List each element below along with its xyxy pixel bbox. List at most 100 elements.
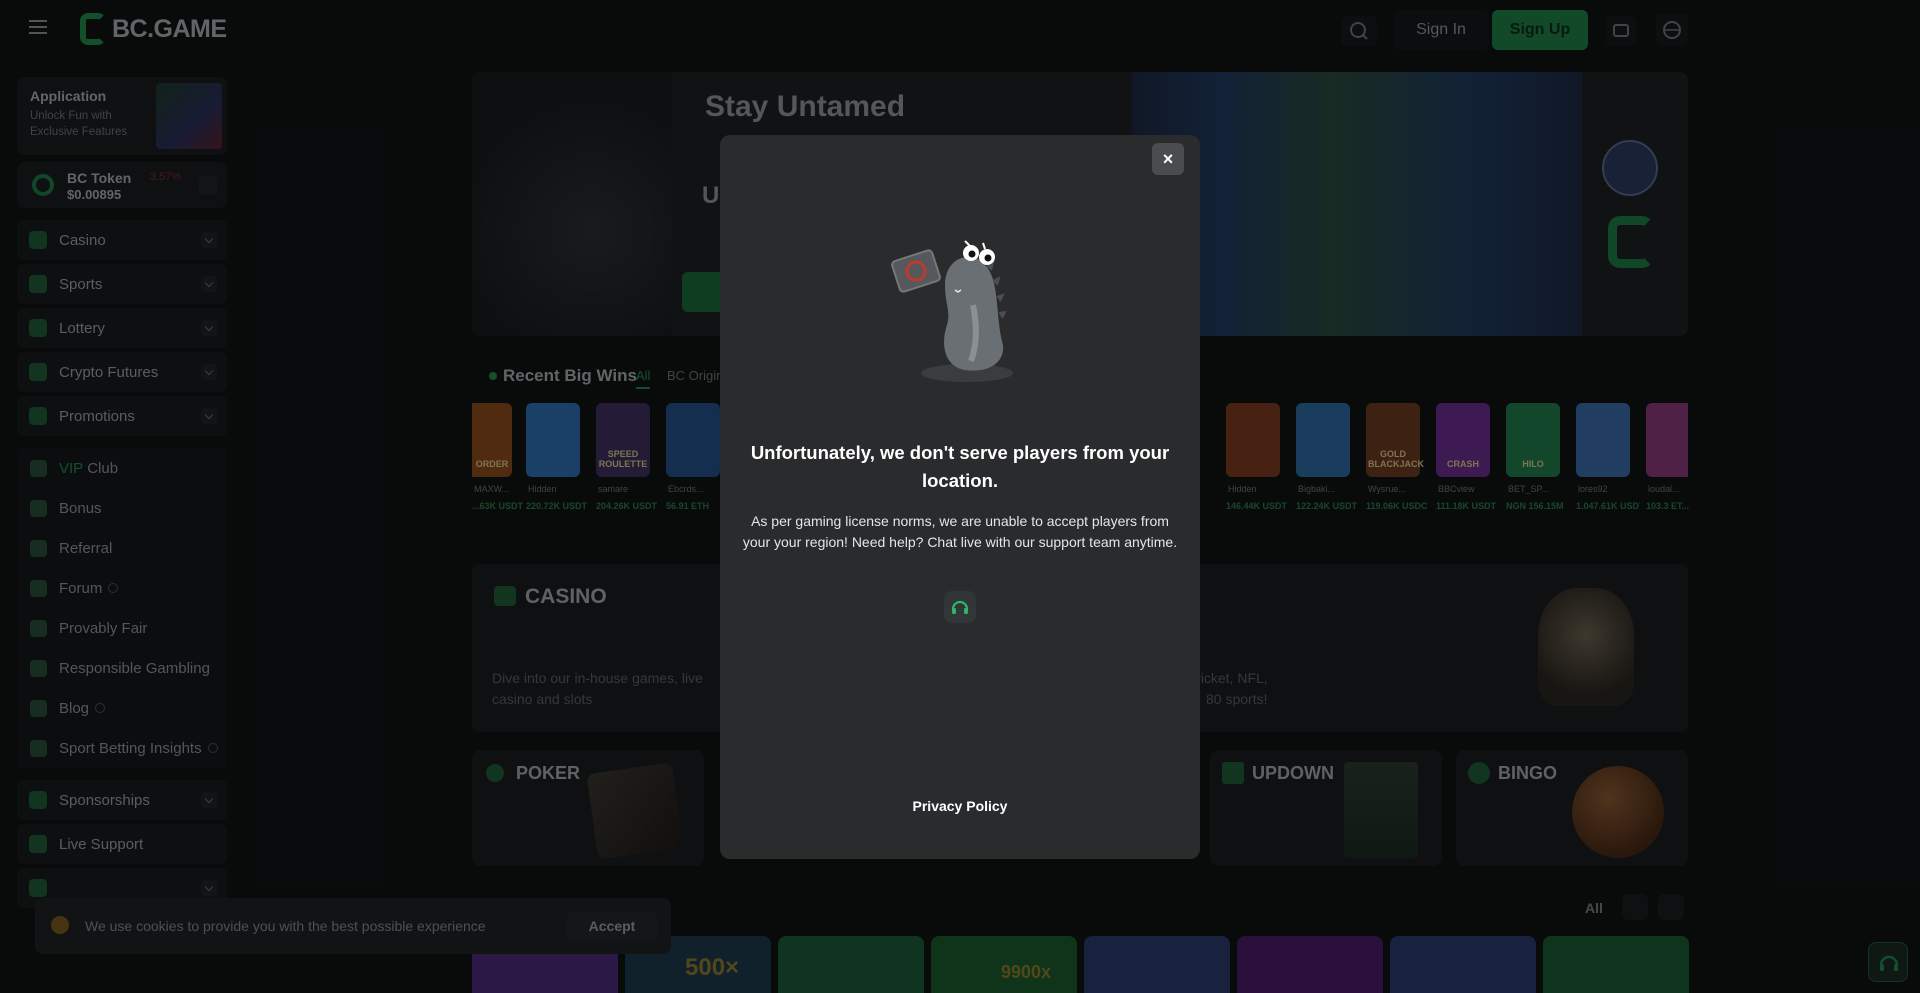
sidebar-group-sponsorships[interactable]: Sponsorships (17, 780, 227, 820)
sidebar-group-label: Casino (59, 231, 106, 249)
app-card-title: Application (30, 88, 107, 104)
bc-token-price: $0.00895 (67, 187, 122, 202)
bc-token-card[interactable]: BC Token 3.57% $0.00895 (17, 162, 227, 208)
sidebar-group-casino[interactable]: Casino (17, 220, 227, 260)
games-all-link[interactable]: All (1585, 900, 1603, 916)
big-win-game-tile[interactable]: GOLD BLACKJACK (1366, 403, 1424, 477)
big-win-game-tile[interactable]: SPEED ROULETTE (596, 403, 650, 477)
chevron-down-icon[interactable] (201, 276, 217, 292)
search-icon[interactable] (1341, 16, 1377, 46)
sidebar-group-label: Live Support (59, 835, 144, 853)
banner-bc-logo-icon (1608, 216, 1654, 268)
big-win-game-tile[interactable]: HILO (1506, 403, 1560, 477)
token-arrow-icon[interactable] (199, 176, 217, 194)
vip-prefix: VIP (59, 459, 84, 477)
sidebar-item-responsible-gambling[interactable]: Responsible Gambling (30, 654, 210, 682)
big-win-game-tile[interactable] (666, 403, 720, 477)
logo[interactable]: BC.GAME (80, 13, 227, 45)
sponsorships-icon (29, 791, 47, 809)
tab-bc-originals[interactable]: BC Origin (667, 368, 723, 383)
app-promo-card[interactable]: Application Unlock Fun with Exclusive Fe… (17, 77, 227, 155)
bingo-card[interactable]: BINGO (1456, 750, 1688, 866)
privacy-policy-link[interactable]: Privacy Policy (720, 798, 1200, 814)
live-dot-icon (489, 372, 497, 380)
prev-arrow-icon[interactable] (1622, 894, 1648, 920)
big-win-game-tile[interactable]: ORDER (472, 403, 512, 477)
big-win-game-tile[interactable]: CRASH (1436, 403, 1490, 477)
support-headset-icon[interactable] (944, 591, 976, 623)
crypto-futures-icon (29, 363, 47, 381)
banner-cta-button[interactable] (682, 272, 722, 312)
globe-icon[interactable] (1656, 14, 1688, 46)
big-win-game-tile[interactable] (1296, 403, 1350, 477)
big-win-game-tile[interactable] (526, 403, 580, 477)
chevron-down-icon[interactable] (201, 792, 217, 808)
referral-icon (30, 539, 47, 557)
casino-section-desc-2: casino and slots (492, 691, 593, 707)
game-card[interactable] (1543, 936, 1689, 993)
big-win-game-tile[interactable] (1576, 403, 1630, 477)
sidebar-group-label: Lottery (59, 319, 105, 337)
sign-up-button[interactable]: Sign Up (1492, 10, 1588, 50)
casino-section-desc-1: Dive into our in-house games, live (492, 670, 703, 686)
game-card[interactable]: 9900x (931, 936, 1077, 993)
game-card[interactable] (1084, 936, 1230, 993)
external-link-icon (95, 703, 106, 713)
sidebar-item-provably-fair[interactable]: Provably Fair (30, 614, 147, 642)
big-win-amount: 103.3 ET... (1646, 501, 1690, 511)
chat-icon[interactable] (1606, 16, 1636, 46)
sidebar-item-vip-club[interactable]: VIP Club (30, 454, 118, 482)
responsible-gambling-icon (30, 659, 47, 677)
big-win-player: Hidden (1228, 484, 1257, 494)
big-win-game-tile[interactable] (1646, 403, 1688, 477)
chevron-down-icon[interactable] (201, 880, 217, 896)
app-card-subtitle-1: Unlock Fun with (30, 110, 112, 122)
headset-icon (29, 835, 47, 853)
tile-art-text: GOLD BLACKJACK (1368, 449, 1424, 469)
sidebar-item-label: Provably Fair (59, 619, 148, 637)
sidebar-item-label: Forum (59, 579, 103, 597)
sidebar-item-bonus[interactable]: Bonus (30, 494, 102, 522)
sidebar-group-sports[interactable]: Sports (17, 264, 227, 304)
floating-support-button[interactable] (1868, 942, 1908, 982)
bingo-icon (1468, 762, 1490, 784)
app-root: BC.GAME Sign In Sign Up Application Unlo… (0, 0, 1920, 993)
big-win-player: loudal... (1648, 484, 1680, 494)
chevron-down-icon[interactable] (201, 408, 217, 424)
sidebar-item-blog[interactable]: Blog (30, 694, 106, 722)
sidebar-group-crypto-futures[interactable]: Crypto Futures (17, 352, 227, 392)
close-icon[interactable]: × (1152, 143, 1184, 175)
tab-all[interactable]: All (636, 368, 651, 389)
big-win-game-tile[interactable] (1226, 403, 1280, 477)
updown-icon (1222, 762, 1244, 784)
sidebar-item-forum[interactable]: Forum (30, 574, 119, 602)
game-card[interactable] (1237, 936, 1383, 993)
sidebar-item-referral[interactable]: Referral (30, 534, 112, 562)
big-win-player: BBCview (1438, 484, 1475, 494)
big-win-amount: NGN 156.15M (1506, 501, 1564, 511)
sidebar-item-sport-betting-insights[interactable]: Sport Betting Insights (30, 734, 218, 762)
sign-in-button[interactable]: Sign In (1393, 10, 1489, 50)
sidebar-item-live-support[interactable]: Live Support (17, 824, 227, 864)
chevron-down-icon[interactable] (201, 364, 217, 380)
updown-card[interactable]: UPDOWN (1210, 750, 1442, 866)
poker-card[interactable]: POKER (472, 750, 704, 866)
cookie-accept-button[interactable]: Accept (567, 912, 657, 940)
tile-art-text: CRASH (1446, 459, 1479, 469)
dino-mascot-illustration (885, 225, 1035, 385)
bingo-ball-art (1572, 766, 1664, 858)
chevron-down-icon[interactable] (201, 320, 217, 336)
game-card[interactable] (1390, 936, 1536, 993)
next-arrow-icon[interactable] (1658, 894, 1684, 920)
token-change-badge: 3.57% (150, 171, 182, 183)
big-win-player: MAXW... (474, 484, 510, 494)
chevron-down-icon[interactable] (201, 232, 217, 248)
cookie-text: We use cookies to provide you with the b… (85, 918, 486, 934)
game-card[interactable] (778, 936, 924, 993)
sidebar-group-promotions[interactable]: Promotions (17, 396, 227, 436)
menu-toggle-icon[interactable] (29, 20, 47, 34)
sidebar-group-lottery[interactable]: Lottery (17, 308, 227, 348)
big-win-player: lores92 (1578, 484, 1608, 494)
forum-icon (30, 579, 47, 597)
big-win-amount: 122.24K USDT (1296, 501, 1358, 511)
